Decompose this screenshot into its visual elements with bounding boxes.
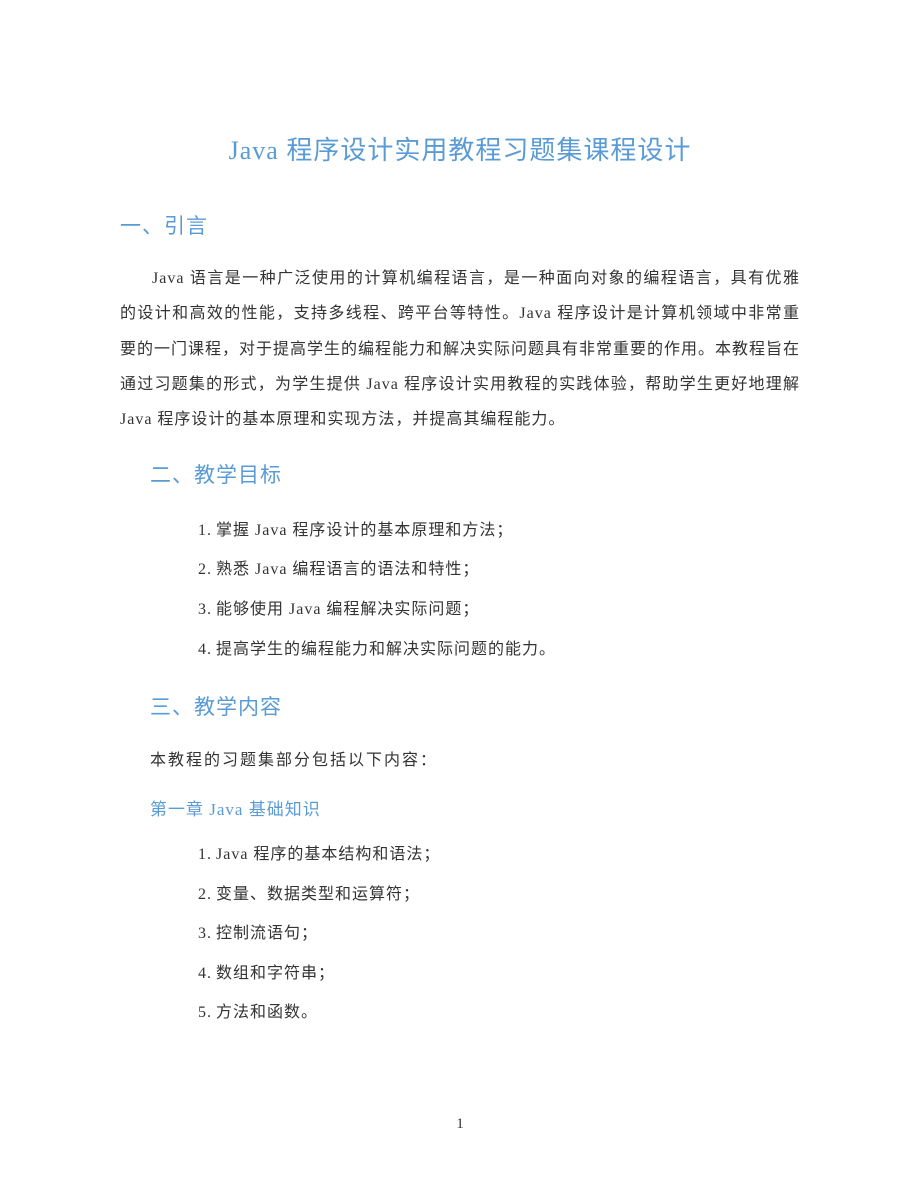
- list-text: 提高学生的编程能力和解决实际问题的能力。: [216, 641, 556, 658]
- list-item: 5.方法和函数。: [198, 993, 800, 1033]
- list-item: 4.数组和字符串；: [198, 954, 800, 994]
- list-number: 3.: [198, 925, 212, 942]
- page-number: 1: [0, 1112, 920, 1136]
- list-number: 1.: [198, 846, 212, 863]
- list-text: 能够使用 Java 编程解决实际问题；: [216, 601, 479, 618]
- list-item: 2.变量、数据类型和运算符；: [198, 875, 800, 915]
- content-lead: 本教程的习题集部分包括以下内容：: [150, 743, 800, 778]
- section-goals-heading: 二、教学目标: [150, 459, 800, 493]
- list-text: 数组和字符串；: [216, 965, 335, 982]
- intro-paragraph: Java 语言是一种广泛使用的计算机编程语言，是一种面向对象的编程语言，具有优雅…: [120, 261, 800, 437]
- list-text: 变量、数据类型和运算符；: [216, 886, 420, 903]
- list-item: 3.能够使用 Java 编程解决实际问题；: [198, 590, 800, 630]
- list-item: 4.提高学生的编程能力和解决实际问题的能力。: [198, 630, 800, 670]
- document-title: Java 程序设计实用教程习题集课程设计: [120, 130, 800, 172]
- list-number: 5.: [198, 1004, 212, 1021]
- list-number: 4.: [198, 965, 212, 982]
- list-text: 方法和函数。: [216, 1004, 318, 1021]
- list-number: 2.: [198, 886, 212, 903]
- list-text: 控制流语句；: [216, 925, 318, 942]
- chapter1-heading: 第一章 Java 基础知识: [150, 796, 800, 823]
- list-number: 3.: [198, 601, 212, 618]
- list-item: 3.控制流语句；: [198, 914, 800, 954]
- list-text: 掌握 Java 程序设计的基本原理和方法；: [216, 522, 513, 539]
- list-item: 1.掌握 Java 程序设计的基本原理和方法；: [198, 511, 800, 551]
- list-text: Java 程序的基本结构和语法；: [216, 846, 440, 863]
- chapter1-list: 1.Java 程序的基本结构和语法； 2.变量、数据类型和运算符； 3.控制流语…: [198, 835, 800, 1033]
- goals-list: 1.掌握 Java 程序设计的基本原理和方法； 2.熟悉 Java 编程语言的语…: [198, 511, 800, 669]
- section-content-heading: 三、教学内容: [150, 691, 800, 725]
- list-item: 1.Java 程序的基本结构和语法；: [198, 835, 800, 875]
- list-number: 2.: [198, 561, 212, 578]
- list-number: 4.: [198, 641, 212, 658]
- list-item: 2.熟悉 Java 编程语言的语法和特性；: [198, 550, 800, 590]
- list-number: 1.: [198, 522, 212, 539]
- document-page: Java 程序设计实用教程习题集课程设计 一、引言 Java 语言是一种广泛使用…: [0, 0, 920, 1191]
- section-intro-heading: 一、引言: [120, 210, 800, 244]
- list-text: 熟悉 Java 编程语言的语法和特性；: [216, 561, 479, 578]
